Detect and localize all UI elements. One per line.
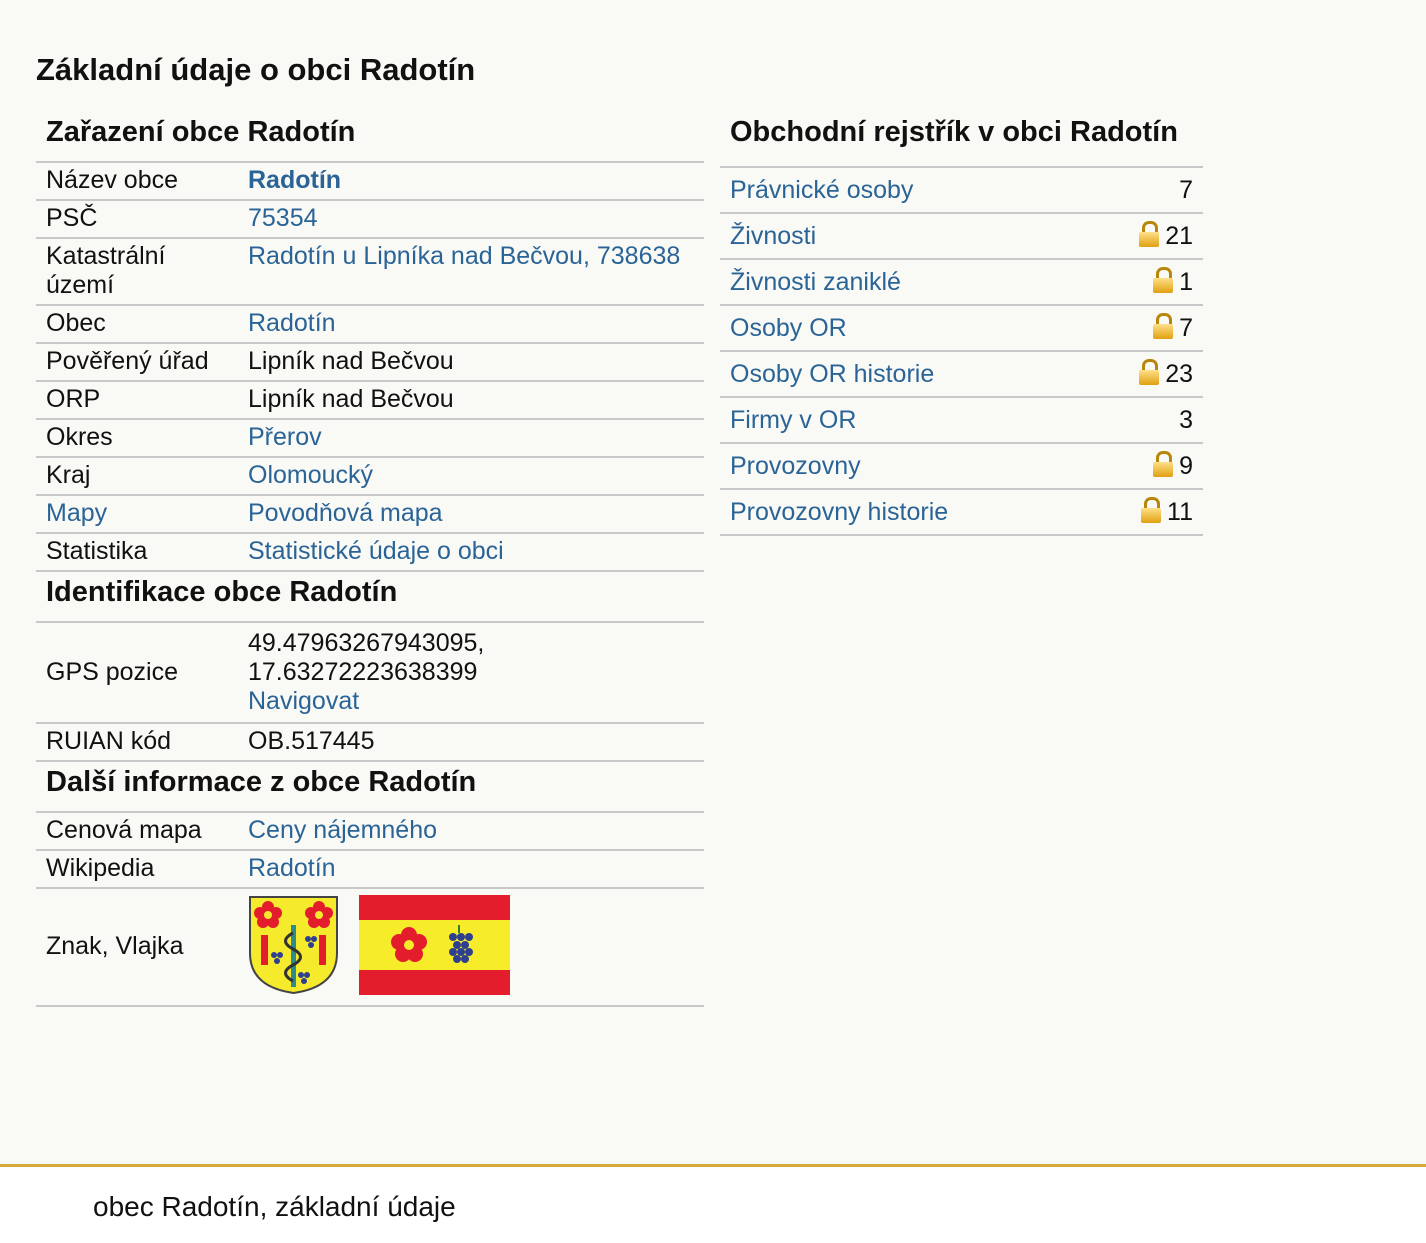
identifikace-heading: Identifikace obce Radotín <box>36 572 704 623</box>
table-row: Statistika Statistické údaje o obci <box>36 533 704 572</box>
firmy-v-or-link[interactable]: Firmy v OR <box>730 406 856 434</box>
statistika-link[interactable]: Statistické údaje o obci <box>248 537 504 565</box>
pravnicke-osoby-link[interactable]: Právnické osoby <box>730 176 913 204</box>
identifikace-table: GPS pozice 49.47963267943095, 17.6327222… <box>36 623 704 762</box>
table-row: PSČ 75354 <box>36 200 704 239</box>
psc-link[interactable]: 75354 <box>248 204 318 232</box>
count-value: 7 <box>1179 176 1193 204</box>
mapy-link[interactable]: Mapy <box>46 499 107 527</box>
flag-image[interactable] <box>359 895 510 995</box>
osoby-or-link[interactable]: Osoby OR <box>730 314 847 342</box>
lock-icon <box>1141 497 1162 523</box>
row-label: GPS pozice <box>36 623 238 724</box>
right-column: Obchodní rejstřík v obci Radotín Právnic… <box>720 112 1203 536</box>
row-label: Kraj <box>36 457 238 496</box>
table-row: Název obce Radotín <box>36 163 704 201</box>
dalsi-table: Cenová mapa Ceny nájemného Wikipedia Rad… <box>36 813 704 1007</box>
table-row: Osoby OR 7 <box>720 305 1203 352</box>
count-value: 9 <box>1179 452 1193 480</box>
table-row: Osoby OR historie 23 <box>720 351 1203 398</box>
row-label: Znak, Vlajka <box>36 888 238 1007</box>
row-label: Pověřený úřad <box>36 343 238 382</box>
lock-icon <box>1139 221 1160 247</box>
row-label: RUIAN kód <box>36 723 238 762</box>
row-label: PSČ <box>36 200 238 239</box>
table-row: RUIAN kód OB.517445 <box>36 723 704 762</box>
table-row: Obec Radotín <box>36 305 704 344</box>
orp-value: Lipník nad Bečvou <box>238 381 704 420</box>
table-row: Mapy Povodňová mapa <box>36 495 704 534</box>
count-value: 1 <box>1179 268 1193 296</box>
gps-lat: 49.47963267943095, <box>248 629 485 657</box>
ruian-value: OB.517445 <box>238 723 704 762</box>
row-label: Okres <box>36 419 238 458</box>
table-row: Okres Přerov <box>36 419 704 458</box>
table-row: Živnosti 21 <box>720 213 1203 260</box>
row-label: Obec <box>36 305 238 344</box>
table-row: Katastrální území Radotín u Lipníka nad … <box>36 238 704 306</box>
poverey-urad-value: Lipník nad Bečvou <box>238 343 704 382</box>
count-value: 3 <box>1179 406 1193 434</box>
coat-of-arms-image[interactable] <box>248 895 339 995</box>
count-value: 11 <box>1167 498 1193 526</box>
lock-icon <box>1153 451 1174 477</box>
navigate-link[interactable]: Navigovat <box>248 687 359 715</box>
row-label: Wikipedia <box>36 850 238 889</box>
footer-text: obec Radotín, základní údaje <box>93 1191 456 1222</box>
rejstrik-heading: Obchodní rejstřík v obci Radotín <box>720 112 1203 168</box>
count-value: 7 <box>1179 314 1193 342</box>
footer-bar: obec Radotín, základní údaje <box>0 1164 1426 1243</box>
katastr-link[interactable]: Radotín u Lipníka nad Bečvou, 738638 <box>248 242 680 270</box>
table-row: Živnosti zaniklé 1 <box>720 259 1203 306</box>
lock-icon <box>1153 313 1174 339</box>
provozovny-link[interactable]: Provozovny <box>730 452 861 480</box>
provozovny-historie-link[interactable]: Provozovny historie <box>730 498 948 526</box>
osoby-or-historie-link[interactable]: Osoby OR historie <box>730 360 934 388</box>
table-row: Wikipedia Radotín <box>36 850 704 889</box>
zivnosti-link[interactable]: Živnosti <box>730 222 816 250</box>
zarazeni-heading: Zařazení obce Radotín <box>36 112 704 163</box>
row-label: Cenová mapa <box>36 813 238 851</box>
row-label: Název obce <box>36 163 238 201</box>
gps-lon: 17.63272223638399 <box>248 658 478 686</box>
table-row: Kraj Olomoucký <box>36 457 704 496</box>
table-row: Pověřený úřad Lipník nad Bečvou <box>36 343 704 382</box>
zarazeni-table: Název obce Radotín PSČ 75354 Katastrální… <box>36 163 704 572</box>
povodnova-mapa-link[interactable]: Povodňová mapa <box>248 499 443 527</box>
row-label: Statistika <box>36 533 238 572</box>
table-row: Znak, Vlajka <box>36 888 704 1007</box>
table-row: Firmy v OR 3 <box>720 397 1203 444</box>
table-row: Cenová mapa Ceny nájemného <box>36 813 704 851</box>
page-title: Základní údaje o obci Radotín <box>36 52 476 87</box>
table-row: Právnické osoby 7 <box>720 168 1203 214</box>
lock-icon <box>1153 267 1174 293</box>
table-row: ORP Lipník nad Bečvou <box>36 381 704 420</box>
obec-link[interactable]: Radotín <box>248 309 336 337</box>
okres-link[interactable]: Přerov <box>248 423 322 451</box>
obec-name-link[interactable]: Radotín <box>248 166 341 194</box>
zivnosti-zanikle-link[interactable]: Živnosti zaniklé <box>730 268 901 296</box>
dalsi-heading: Další informace z obce Radotín <box>36 762 704 813</box>
count-value: 21 <box>1165 222 1193 250</box>
table-row: GPS pozice 49.47963267943095, 17.6327222… <box>36 623 704 724</box>
table-row: Provozovny historie 11 <box>720 489 1203 536</box>
row-label: Katastrální území <box>36 238 238 306</box>
kraj-link[interactable]: Olomoucký <box>248 461 373 489</box>
left-column: Zařazení obce Radotín Název obce Radotín… <box>36 112 704 1007</box>
rejstrik-table: Právnické osoby 7 Živnosti 21 Živnosti z… <box>720 168 1203 536</box>
row-label: ORP <box>36 381 238 420</box>
ceny-najemneho-link[interactable]: Ceny nájemného <box>248 816 437 844</box>
lock-icon <box>1139 359 1160 385</box>
wikipedia-link[interactable]: Radotín <box>248 854 336 882</box>
table-row: Provozovny 9 <box>720 443 1203 490</box>
count-value: 23 <box>1165 360 1193 388</box>
